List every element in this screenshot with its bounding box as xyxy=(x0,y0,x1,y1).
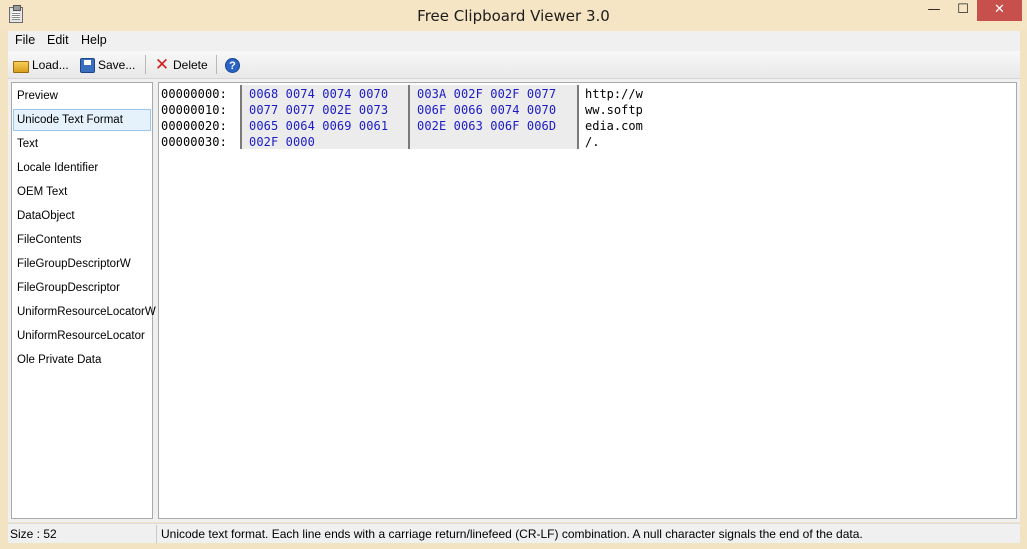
floppy-disk-icon xyxy=(80,57,95,73)
help-icon: ? xyxy=(225,57,240,73)
hex-divider xyxy=(240,85,242,149)
format-item-uniformresourcelocatorw[interactable]: UniformResourceLocatorW xyxy=(13,301,156,323)
delete-x-icon: ✕ xyxy=(154,55,170,74)
ascii-column: http://w ww.softp edia.com /. xyxy=(585,86,643,150)
hex-offset-column: 00000000: 00000010: 00000020: 00000030: xyxy=(161,86,227,150)
close-button[interactable]: ✕ xyxy=(977,0,1022,21)
load-button[interactable]: Load... xyxy=(13,55,69,75)
load-label: Load... xyxy=(32,58,69,72)
hex-group-2: 003A 002F 002F 0077 006F 0066 0074 0070 … xyxy=(417,86,556,150)
format-item-text[interactable]: Text xyxy=(13,133,151,155)
hex-divider xyxy=(408,85,410,149)
save-button[interactable]: Save... xyxy=(80,55,135,75)
hex-row: 0068 0074 0074 0070 xyxy=(249,87,389,101)
toolbar-separator xyxy=(145,55,146,74)
hex-divider xyxy=(577,85,579,149)
hex-viewer[interactable]: 00000000: 00000010: 00000020: 00000030: … xyxy=(158,82,1017,519)
delete-label: Delete xyxy=(173,58,208,72)
format-item-oem-text[interactable]: OEM Text xyxy=(13,181,151,203)
hex-row: 003A 002F 002F 0077 xyxy=(417,87,557,101)
ascii-row: http://w xyxy=(585,87,643,101)
window-title: Free Clipboard Viewer 3.0 xyxy=(417,7,610,25)
ascii-row: /. xyxy=(585,135,600,149)
hex-row: 006F 0066 0074 0070 xyxy=(417,103,557,117)
status-separator xyxy=(156,525,157,543)
minimize-button[interactable]: — xyxy=(921,0,947,21)
hex-row xyxy=(417,134,556,150)
delete-button[interactable]: ✕ Delete xyxy=(154,55,208,75)
status-size: Size : 52 xyxy=(10,527,57,541)
format-item-locale-identifier[interactable]: Locale Identifier xyxy=(13,157,151,179)
menu-edit[interactable]: Edit xyxy=(47,33,69,47)
format-item-dataobject[interactable]: DataObject xyxy=(13,205,151,227)
menu-help[interactable]: Help xyxy=(81,33,107,47)
menu-bar: File Edit Help xyxy=(8,31,1020,51)
ascii-row: edia.com xyxy=(585,119,643,133)
maximize-button[interactable]: ☐ xyxy=(950,0,976,21)
format-item-filegroupdescriptorw[interactable]: FileGroupDescriptorW xyxy=(13,253,151,275)
toolbar: Load... Save... ✕ Delete ? xyxy=(8,51,1020,79)
toolbar-separator xyxy=(216,55,217,74)
format-item-preview[interactable]: Preview xyxy=(13,85,151,107)
save-label: Save... xyxy=(98,58,136,72)
offset-label: 00000000: xyxy=(161,87,227,101)
offset-label: 00000020: xyxy=(161,119,227,133)
hex-row: 002F 0000 xyxy=(249,135,315,149)
title-bar: Free Clipboard Viewer 3.0 — ☐ ✕ xyxy=(0,0,1027,31)
hex-row: 0077 0077 002E 0073 xyxy=(249,103,389,117)
status-bar: Size : 52 Unicode text format. Each line… xyxy=(8,523,1020,543)
format-item-filegroupdescriptor[interactable]: FileGroupDescriptor xyxy=(13,277,151,299)
menu-file[interactable]: File xyxy=(15,33,35,47)
format-item-uniformresourcelocator[interactable]: UniformResourceLocator xyxy=(13,325,151,347)
main-content: Preview Unicode Text Format Text Locale … xyxy=(8,79,1020,522)
help-button[interactable]: ? xyxy=(225,55,240,75)
ascii-row: ww.softp xyxy=(585,103,643,117)
format-item-unicode-text[interactable]: Unicode Text Format xyxy=(13,109,151,131)
format-list[interactable]: Preview Unicode Text Format Text Locale … xyxy=(11,82,156,519)
folder-open-icon xyxy=(13,60,29,73)
status-description: Unicode text format. Each line ends with… xyxy=(161,527,863,541)
hex-group-1: 0068 0074 0074 0070 0077 0077 002E 0073 … xyxy=(249,86,388,150)
hex-row: 0065 0064 0069 0061 xyxy=(249,119,389,133)
format-item-filecontents[interactable]: FileContents xyxy=(13,229,151,251)
offset-label: 00000030: xyxy=(161,135,227,149)
hex-row: 002E 0063 006F 006D xyxy=(417,119,557,133)
offset-label: 00000010: xyxy=(161,103,227,117)
format-item-ole-private-data[interactable]: Ole Private Data xyxy=(13,349,151,371)
